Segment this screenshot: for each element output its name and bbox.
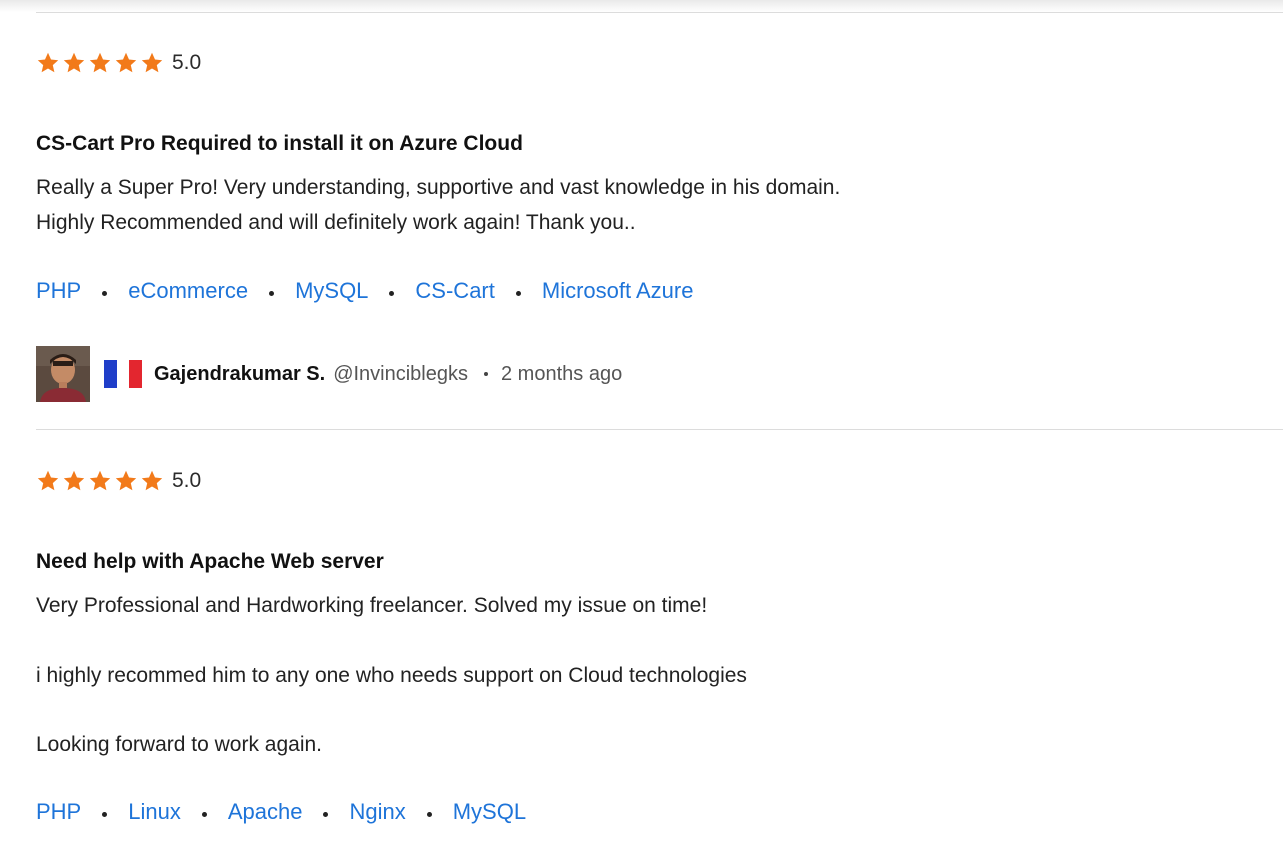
skill-tags: PHP eCommerce MySQL CS-Cart Microsoft Az… [36,278,693,304]
review-card-2: 5.0 Need help with Apache Web server Ver… [36,468,1276,853]
star-rating [36,469,164,493]
tag-link[interactable]: CS-Cart [415,278,494,304]
skill-tags: PHP Linux Apache Nginx MySQL [36,799,526,825]
reviewer-name[interactable]: Gajendrakumar S. [154,363,325,386]
review-text-line: i highly recommed him to any one who nee… [36,664,747,687]
tag-link[interactable]: Apache [228,799,303,825]
review-text-line: Very Professional and Hardworking freela… [36,594,708,617]
tag-link[interactable]: Linux [128,799,181,825]
star-icon [115,470,137,491]
divider [36,429,1283,430]
rating-score: 5.0 [172,469,202,492]
separator-dot [426,811,432,817]
separator-dot [515,290,521,296]
star-icon [89,52,111,73]
tag-link[interactable]: PHP [36,799,81,825]
tag-link[interactable]: Microsoft Azure [542,278,694,304]
review-title: CS-Cart Pro Required to install it on Az… [36,132,523,155]
reviewer: Gajendrakumar S. @Invinciblegks 2 months… [36,346,622,402]
separator-dot [269,290,275,296]
star-icon [37,470,59,491]
user-avatar[interactable] [36,346,90,402]
top-shadow [0,0,1283,12]
tag-link[interactable]: Nginx [349,799,405,825]
star-icon [89,470,111,491]
separator-dot [102,290,108,296]
tag-link[interactable]: MySQL [295,278,368,304]
separator-dot [323,811,329,817]
review-text-line: Highly Recommended and will definitely w… [36,211,636,234]
star-icon [37,52,59,73]
review-text-line: Looking forward to work again. [36,733,322,756]
review-card-1: 5.0 CS-Cart Pro Required to install it o… [36,50,1276,410]
tag-link[interactable]: PHP [36,278,81,304]
star-rating [36,51,164,75]
review-title: Need help with Apache Web server [36,550,384,573]
rating: 5.0 [36,468,1276,494]
star-icon [141,52,163,73]
separator-dot [102,811,108,817]
reviewer-handle[interactable]: @Invinciblegks [333,363,468,386]
review-time: 2 months ago [501,362,623,385]
star-icon [63,52,85,73]
star-icon [63,470,85,491]
tag-link[interactable]: MySQL [453,799,526,825]
star-icon [141,470,163,491]
review-text-line: Really a Super Pro! Very understanding, … [36,176,841,199]
tag-link[interactable]: eCommerce [128,278,248,304]
divider-top [36,12,1283,13]
france-flag-icon [104,360,143,388]
rating: 5.0 [36,50,1276,76]
separator-dot [484,372,488,376]
rating-score: 5.0 [172,51,202,74]
separator-dot [389,290,395,296]
separator-dot [201,811,207,817]
star-icon [115,52,137,73]
